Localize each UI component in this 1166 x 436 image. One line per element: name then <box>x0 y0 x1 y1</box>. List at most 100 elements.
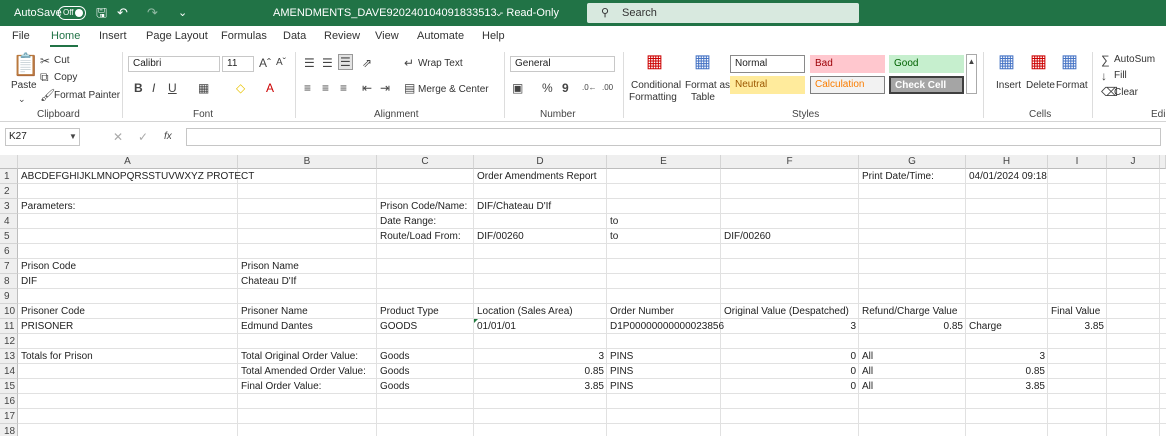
autosum-button[interactable]: AutoSum <box>1114 54 1155 65</box>
insert-cells-icon[interactable]: ▦ <box>998 52 1015 70</box>
style-neutral[interactable]: Neutral <box>730 76 805 94</box>
cell-e14[interactable]: PINS <box>607 364 633 379</box>
cell-c10[interactable]: Product Type <box>377 304 439 319</box>
cell-c3[interactable]: Prison Code/Name: <box>377 199 467 214</box>
formula-input[interactable] <box>186 128 1161 146</box>
format-painter-button[interactable]: Format Painter <box>54 90 120 101</box>
row-header-15[interactable]: 15 <box>0 379 18 394</box>
align-center-icon[interactable]: ≡ <box>322 81 329 95</box>
row-header-1[interactable]: 1 <box>0 169 18 184</box>
tab-home[interactable]: Home <box>51 30 80 42</box>
format-painter-icon[interactable]: 🖌 <box>40 88 55 102</box>
cell-f13[interactable]: 0 <box>721 349 859 364</box>
style-calculation[interactable]: Calculation <box>810 76 885 94</box>
cell-f5[interactable]: DIF/00260 <box>721 229 771 244</box>
cell-h1[interactable]: 04/01/2024 09:18 <box>966 169 1047 184</box>
cell-b10[interactable]: Prisoner Name <box>238 304 308 319</box>
row-header-9[interactable]: 9 <box>0 289 18 304</box>
cell-a10[interactable]: Prisoner Code <box>18 304 85 319</box>
style-good[interactable]: Good <box>889 55 964 73</box>
align-top-icon[interactable]: ☰ <box>304 56 315 70</box>
cell-i10[interactable]: Final Value <box>1048 304 1100 319</box>
row-header-2[interactable]: 2 <box>0 184 18 199</box>
increase-indent-icon[interactable]: ⇥ <box>380 81 390 95</box>
styles-scroll-icon[interactable]: ▲ <box>966 54 977 94</box>
wrap-text-button[interactable]: Wrap Text <box>418 58 463 69</box>
align-bottom-icon[interactable]: ☰ <box>338 54 353 70</box>
row-header-7[interactable]: 7 <box>0 259 18 274</box>
cell-g13[interactable]: All <box>859 349 873 364</box>
cell-d14[interactable]: 0.85 <box>474 364 607 379</box>
cell-g1[interactable]: Print Date/Time: <box>859 169 934 184</box>
column-header-e[interactable]: E <box>607 155 721 169</box>
cell-h15[interactable]: 3.85 <box>966 379 1048 394</box>
column-header-g[interactable]: G <box>859 155 966 169</box>
orientation-icon[interactable]: ⇗ <box>362 56 372 70</box>
cut-icon[interactable]: ✂ <box>40 54 50 68</box>
delete-cells-button[interactable]: Delete <box>1026 80 1055 91</box>
style-check-cell[interactable]: Check Cell <box>889 76 964 94</box>
cell-f11[interactable]: 3 <box>721 319 859 334</box>
copy-icon[interactable]: ⧉ <box>40 70 49 84</box>
increase-font-icon[interactable]: Aˆ <box>259 56 271 70</box>
clear-button[interactable]: Clear <box>1114 87 1138 98</box>
font-size-select[interactable]: 11 <box>222 56 254 72</box>
cell-g14[interactable]: All <box>859 364 873 379</box>
cell-c13[interactable]: Goods <box>377 349 409 364</box>
borders-icon[interactable]: ▦ <box>198 81 209 95</box>
cell-b7[interactable]: Prison Name <box>238 259 299 274</box>
cell-g10[interactable]: Refund/Charge Value <box>859 304 957 319</box>
cell-b15[interactable]: Final Order Value: <box>238 379 321 394</box>
cancel-icon[interactable]: ✕ <box>113 130 123 144</box>
cell-a8[interactable]: DIF <box>18 274 37 289</box>
paste-chevron-down-icon[interactable]: ⌄ <box>18 92 26 106</box>
style-bad[interactable]: Bad <box>810 55 885 73</box>
fill-icon[interactable]: ↓ <box>1101 69 1107 83</box>
tab-review[interactable]: Review <box>324 30 360 42</box>
decrease-decimal-icon[interactable]: .00 <box>602 81 613 95</box>
column-header-i[interactable]: I <box>1048 155 1107 169</box>
enter-icon[interactable]: ✓ <box>138 130 148 144</box>
cell-b14[interactable]: Total Amended Order Value: <box>238 364 366 379</box>
cell-h11[interactable]: Charge <box>966 319 1002 334</box>
fill-color-icon[interactable]: ◇ <box>236 81 245 95</box>
undo-icon[interactable]: ↶ <box>117 0 128 26</box>
tab-file[interactable]: File <box>12 30 30 42</box>
insert-cells-button[interactable]: Insert <box>996 80 1021 91</box>
copy-button[interactable]: Copy <box>54 72 77 83</box>
comma-style-icon[interactable]: 9 <box>562 81 569 95</box>
percent-icon[interactable]: % <box>542 81 553 95</box>
cell-f15[interactable]: 0 <box>721 379 859 394</box>
cut-button[interactable]: Cut <box>54 55 70 66</box>
conditional-formatting-button[interactable]: Conditional <box>631 80 681 91</box>
column-header-f[interactable]: F <box>721 155 859 169</box>
row-header-6[interactable]: 6 <box>0 244 18 259</box>
cell-d5[interactable]: DIF/00260 <box>474 229 524 244</box>
cell-c11[interactable]: GOODS <box>377 319 417 334</box>
row-header-14[interactable]: 14 <box>0 364 18 379</box>
tab-data[interactable]: Data <box>283 30 306 42</box>
cell-d3[interactable]: DIF/Chateau D'If <box>474 199 551 214</box>
cell-e15[interactable]: PINS <box>607 379 633 394</box>
tab-insert[interactable]: Insert <box>99 30 127 42</box>
cell-d13[interactable]: 3 <box>474 349 607 364</box>
autosave-toggle[interactable]: Off <box>58 6 86 20</box>
redo-icon[interactable]: ↷ <box>147 0 158 26</box>
cell-a7[interactable]: Prison Code <box>18 259 76 274</box>
cell-a13[interactable]: Totals for Prison <box>18 349 93 364</box>
font-name-select[interactable]: Calibri <box>128 56 220 72</box>
select-all-corner[interactable] <box>0 155 18 169</box>
cell-f14[interactable]: 0 <box>721 364 859 379</box>
format-cells-icon[interactable]: ▦ <box>1061 52 1078 70</box>
row-header-17[interactable]: 17 <box>0 409 18 424</box>
cell-d11[interactable]: 01/01/01 <box>474 319 516 334</box>
row-header-4[interactable]: 4 <box>0 214 18 229</box>
search-box[interactable]: ⚲ Search <box>587 3 859 23</box>
cell-d15[interactable]: 3.85 <box>474 379 607 394</box>
window-title[interactable]: AMENDMENTS_DAVE920240104091833513 - Read… <box>273 0 559 26</box>
cell-h13[interactable]: 3 <box>966 349 1048 364</box>
cell-d1[interactable]: Order Amendments Report <box>474 169 597 184</box>
align-right-icon[interactable]: ≡ <box>340 81 347 95</box>
conditional-formatting-icon[interactable]: ▦ <box>646 52 663 70</box>
column-header-d[interactable]: D <box>474 155 607 169</box>
